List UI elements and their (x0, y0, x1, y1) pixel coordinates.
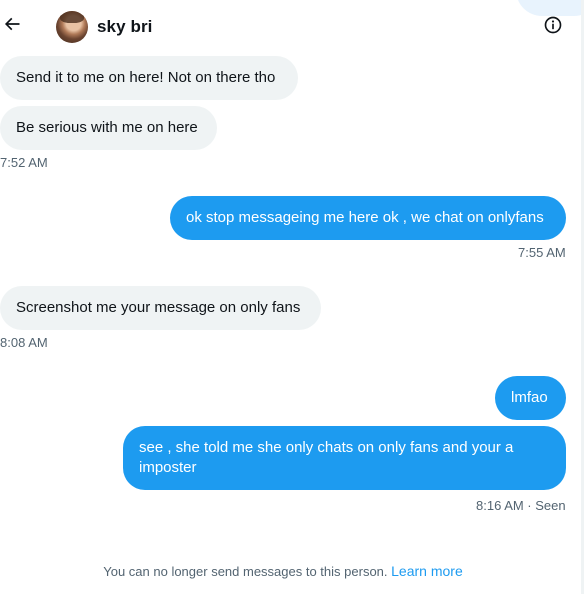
conversation-header: sky bri (0, 0, 584, 54)
message-bubble-outgoing[interactable]: see , she told me she only chats on only… (123, 426, 566, 490)
message-text: Be serious with me on here (16, 119, 198, 136)
info-button[interactable] (542, 16, 564, 38)
message-text: see , she told me she only chats on only… (139, 439, 514, 476)
message-bubble-outgoing[interactable]: lmfao (495, 376, 566, 420)
back-button[interactable] (0, 14, 24, 38)
learn-more-link[interactable]: Learn more (391, 563, 463, 579)
notice-text: You can no longer send messages to this … (103, 564, 388, 579)
message-timestamp-seen: 8:16 AM · Seen (476, 498, 566, 513)
message-timestamp: 7:52 AM (0, 155, 48, 170)
message-bubble-incoming[interactable]: Screenshot me your message on only fans (0, 286, 321, 330)
message-bubble-outgoing[interactable]: ok stop messageing me here ok , we chat … (170, 196, 566, 240)
message-timestamp: 7:55 AM (518, 245, 566, 260)
arrow-left-icon (2, 14, 22, 39)
message-text: Send it to me on here! Not on there tho (16, 69, 276, 86)
message-text: Screenshot me your message on only fans (16, 299, 301, 316)
message-bubble-incoming[interactable]: Send it to me on here! Not on there tho (0, 56, 298, 100)
contact-name[interactable]: sky bri (97, 17, 153, 37)
avatar[interactable] (56, 11, 88, 43)
messaging-disabled-notice: You can no longer send messages to this … (0, 562, 566, 581)
message-text: ok stop messageing me here ok , we chat … (186, 209, 544, 226)
message-text: lmfao (511, 389, 548, 406)
info-icon (543, 15, 563, 40)
message-timestamp: 8:08 AM (0, 335, 48, 350)
message-bubble-incoming[interactable]: Be serious with me on here (0, 106, 217, 150)
